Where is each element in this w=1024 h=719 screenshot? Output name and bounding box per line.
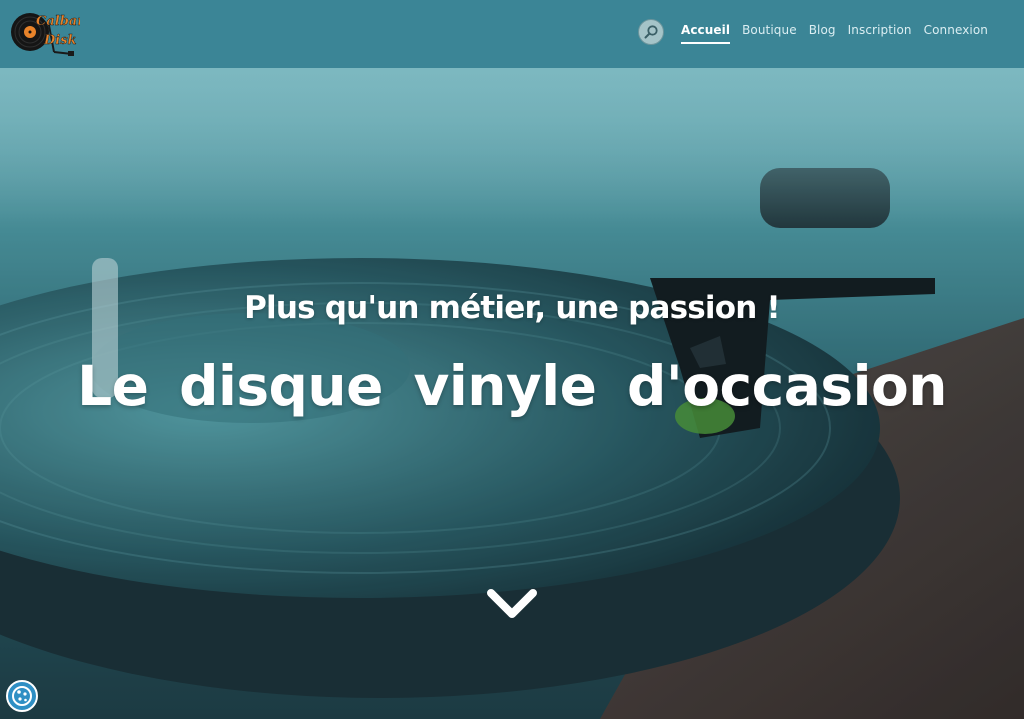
- nav-item-boutique[interactable]: Boutique: [742, 23, 797, 37]
- logo-text-line1: Calbar': [36, 14, 80, 29]
- page: Calbar' Disk Accueil Boutique Blog Inscr…: [0, 0, 1024, 719]
- calbar-disk-logo[interactable]: Calbar' Disk: [10, 8, 80, 60]
- logo-text-line2: Disk: [43, 33, 77, 48]
- nav-item-blog[interactable]: Blog: [809, 23, 836, 37]
- hero-title: Le disque vinyle d'occasion: [77, 354, 947, 418]
- nav-item-accueil[interactable]: Accueil: [680, 23, 731, 44]
- cookie-icon: [12, 686, 32, 706]
- site-header: Calbar' Disk Accueil Boutique Blog Inscr…: [0, 0, 1024, 68]
- hero-subtitle: Plus qu'un métier, une passion !: [244, 290, 781, 326]
- nav-item-connexion[interactable]: Connexion: [924, 23, 988, 37]
- search-button[interactable]: [637, 19, 664, 45]
- hero-section: Plus qu'un métier, une passion ! Le disq…: [0, 68, 1024, 719]
- chevron-down-icon[interactable]: [485, 586, 539, 622]
- search-icon: [644, 25, 658, 39]
- main-nav: Accueil Boutique Blog Inscription Connex…: [637, 0, 994, 68]
- cookie-settings-button[interactable]: [6, 680, 38, 712]
- nav-item-inscription[interactable]: Inscription: [848, 23, 912, 37]
